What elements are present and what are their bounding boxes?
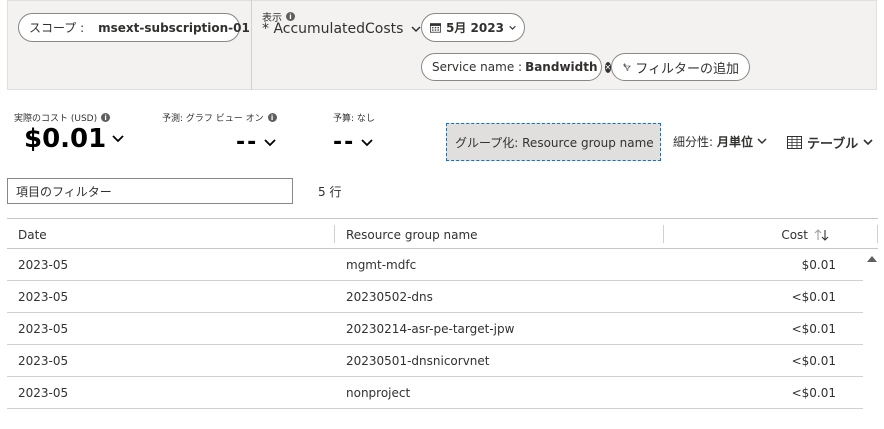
column-divider — [877, 225, 878, 243]
cell-resource-group: 20230502-dns — [346, 290, 433, 304]
view-value: * AccumulatedCosts — [262, 21, 404, 37]
cell-date: 2023-05 — [18, 354, 69, 368]
table-row[interactable]: 2023-05 mgmt-mdfc $0.01 — [7, 249, 863, 281]
scroll-up-icon[interactable] — [867, 256, 877, 262]
item-filter-input[interactable]: 項目のフィルター — [7, 178, 293, 204]
date-value: 5月 2023 — [446, 21, 504, 35]
table-row[interactable]: 2023-05 20230502-dns <$0.01 — [7, 281, 863, 313]
budget-selector[interactable]: -- — [333, 130, 373, 155]
cell-resource-group: nonproject — [346, 386, 411, 400]
budget-label-row: 予算: なし — [333, 111, 375, 124]
actual-cost-value: $0.01 — [24, 124, 107, 154]
chevron-down-icon — [112, 135, 124, 143]
table-icon — [787, 136, 802, 149]
add-filter-label: フィルターの追加 — [635, 61, 739, 77]
add-filter-button[interactable]: フィルターの追加 — [611, 53, 750, 81]
forecast-label-row: 予測: グラフ ビュー オン i — [162, 111, 277, 124]
chevron-down-icon — [509, 25, 516, 30]
table-header: Date Resource group name Cost — [7, 218, 878, 249]
column-header-date[interactable]: Date — [18, 228, 47, 242]
cell-cost: <$0.01 — [791, 354, 836, 368]
budget-label: 予算: なし — [333, 114, 375, 124]
add-filter-icon — [623, 63, 631, 72]
info-icon[interactable]: i — [101, 113, 111, 122]
column-header-cost-label: Cost — [781, 228, 808, 242]
column-divider[interactable] — [663, 225, 664, 243]
cell-cost: <$0.01 — [791, 386, 836, 400]
cell-date: 2023-05 — [18, 322, 69, 336]
actual-cost-label-row: 実際のコスト (USD) i — [14, 111, 111, 124]
scope-label: スコープ : — [29, 21, 85, 35]
forecast-selector[interactable]: -- — [236, 130, 276, 155]
chevron-down-icon — [361, 138, 373, 146]
chevron-down-icon — [264, 138, 276, 146]
calendar-icon — [430, 23, 441, 33]
actual-cost-selector[interactable]: $0.01 — [24, 124, 124, 154]
cell-cost: <$0.01 — [791, 322, 836, 336]
chevron-down-icon — [411, 25, 421, 32]
column-header-resource-group[interactable]: Resource group name — [346, 228, 478, 242]
view-type-label: テーブル — [807, 137, 859, 152]
view-selector[interactable]: * AccumulatedCosts — [262, 21, 421, 37]
filter-name: Service name : — [432, 60, 523, 74]
info-icon[interactable]: i — [286, 12, 295, 21]
chevron-down-icon — [863, 139, 873, 146]
chevron-down-icon — [757, 138, 767, 145]
granularity-value: 月単位 — [717, 135, 754, 149]
granularity-label: 細分性: — [673, 135, 714, 149]
column-header-cost[interactable]: Cost — [781, 228, 830, 242]
table-scrollbar[interactable] — [864, 250, 878, 420]
filter-value: Bandwidth — [525, 60, 598, 74]
toolbar-divider — [251, 0, 252, 90]
item-filter-placeholder: 項目のフィルター — [16, 184, 112, 199]
forecast-value: -- — [236, 130, 259, 155]
table-row[interactable]: 2023-05 nonproject <$0.01 — [7, 377, 863, 409]
granularity-selector[interactable]: 細分性: 月単位 — [673, 133, 767, 150]
scope-value: msext-subscription-01 — [98, 20, 250, 35]
cell-date: 2023-05 — [18, 290, 69, 304]
row-count: 5 行 — [318, 185, 342, 199]
date-range-button[interactable]: 5月 2023 — [421, 13, 525, 42]
table-row[interactable]: 2023-05 20230501-dnsnicorvnet <$0.01 — [7, 345, 863, 377]
forecast-label: 予測: グラフ ビュー オン — [162, 114, 264, 124]
cell-resource-group: 20230501-dnsnicorvnet — [346, 354, 490, 368]
cell-date: 2023-05 — [18, 386, 69, 400]
group-by-button[interactable]: グループ化: Resource group name — [446, 123, 661, 161]
view-type-selector[interactable]: テーブル — [787, 133, 873, 152]
cell-cost: <$0.01 — [791, 290, 836, 304]
table-row[interactable]: 2023-05 20230214-asr-pe-target-jpw <$0.0… — [7, 313, 863, 345]
cell-cost: $0.01 — [801, 258, 836, 272]
cell-resource-group: 20230214-asr-pe-target-jpw — [346, 322, 515, 336]
service-filter-pill[interactable]: Service name : Bandwidth ✕ — [421, 53, 612, 81]
budget-value: -- — [333, 130, 356, 155]
scope-button[interactable]: スコープ : msext-subscription-01 — [18, 13, 250, 42]
cell-resource-group: mgmt-mdfc — [346, 258, 417, 272]
column-divider[interactable] — [334, 225, 335, 243]
group-by-label: グループ化: Resource group name — [455, 135, 654, 150]
sort-icon[interactable] — [814, 229, 830, 241]
actual-cost-label: 実際のコスト (USD) — [14, 114, 98, 124]
cell-date: 2023-05 — [18, 258, 69, 272]
info-icon[interactable]: i — [267, 113, 277, 122]
